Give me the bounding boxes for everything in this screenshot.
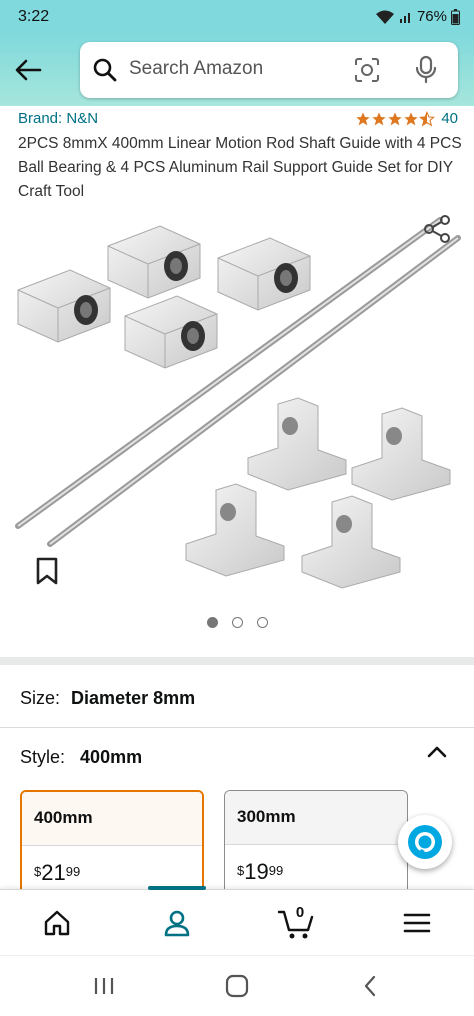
system-nav (0, 955, 474, 1016)
camera-scan-icon[interactable] (353, 56, 381, 84)
share-icon[interactable] (422, 214, 452, 244)
price-whole: 21 (41, 860, 66, 885)
wifi-icon (375, 10, 394, 24)
recent-apps-icon (94, 978, 114, 994)
arrow-left-icon (15, 59, 42, 81)
alexa-button[interactable] (398, 815, 452, 869)
home-system-icon (225, 974, 249, 998)
price-whole: 19 (244, 859, 269, 884)
microphone-icon[interactable] (415, 55, 437, 85)
home-system-button[interactable] (222, 974, 252, 998)
search-input[interactable]: Search Amazon (80, 42, 458, 98)
price-fraction: 99 (65, 864, 81, 879)
star-icon (356, 111, 370, 125)
style-selector[interactable]: Style: 400mm (20, 747, 142, 768)
rating[interactable]: 40 (355, 110, 458, 127)
product-title: 2PCS 8mmX 400mm Linear Motion Rod Shaft … (18, 135, 462, 200)
option-price: $ 21 99 (22, 846, 202, 886)
back-system-button[interactable] (355, 974, 385, 998)
rating-count: 40 (441, 110, 458, 127)
active-tab-indicator (148, 886, 206, 890)
brand-link[interactable]: Brand: N&N (18, 110, 98, 127)
status-bar: 3:22 76% (0, 0, 474, 34)
carousel-dot[interactable] (256, 617, 268, 628)
battery-icon (451, 8, 460, 25)
star-rating (355, 110, 436, 127)
style-option-300mm[interactable]: 300mm $ 19 99 (224, 790, 408, 900)
bearing-block (217, 237, 311, 311)
shaft-support (247, 397, 347, 491)
option-name: 400mm (22, 792, 202, 845)
menu-icon (403, 913, 431, 933)
cart-count: 0 (295, 904, 305, 921)
half-star-icon (419, 110, 436, 126)
recent-apps-button[interactable] (89, 974, 119, 998)
style-value: 400mm (80, 747, 143, 767)
carousel-dot[interactable] (206, 617, 218, 628)
image-carousel-dots (0, 617, 474, 628)
status-icons: 76% (375, 8, 460, 25)
shaft-support (185, 483, 285, 577)
divider (0, 727, 474, 728)
shaft-support (351, 407, 451, 501)
chevron-up-icon[interactable] (426, 744, 448, 760)
style-option-400mm[interactable]: 400mm $ 21 99 (20, 790, 204, 900)
shaft-support (301, 495, 401, 589)
nav-home[interactable] (37, 906, 77, 940)
product-image[interactable] (0, 208, 474, 608)
bearing-block (107, 225, 201, 299)
home-icon (44, 910, 70, 936)
carousel-dot[interactable] (231, 617, 243, 628)
star-icon (404, 111, 418, 125)
option-price: $ 19 99 (225, 845, 407, 885)
alexa-icon (408, 825, 442, 859)
size-selector[interactable]: Size: Diameter 8mm (20, 688, 195, 709)
price-fraction: 99 (268, 863, 284, 878)
back-button[interactable] (10, 52, 46, 88)
status-time: 3:22 (18, 8, 50, 25)
price-currency: $ (34, 864, 42, 879)
style-label: Style: (20, 747, 66, 767)
person-icon (164, 910, 190, 937)
signal-icon (399, 12, 410, 23)
nav-menu[interactable] (397, 906, 437, 940)
bookmark-icon[interactable] (34, 556, 60, 586)
size-value: Diameter 8mm (71, 688, 196, 708)
option-name: 300mm (225, 791, 407, 844)
section-divider (0, 657, 474, 665)
battery-percent: 76% (416, 8, 447, 25)
star-icon (388, 111, 402, 125)
bearing-block (124, 295, 218, 369)
bottom-nav (0, 886, 474, 955)
size-label: Size: (20, 688, 61, 708)
star-icon (372, 111, 386, 125)
nav-account[interactable] (157, 906, 197, 940)
brand-rating-row: Brand: N&N 40 (18, 108, 458, 130)
bearing-block (17, 269, 111, 343)
search-icon (93, 58, 117, 82)
price-currency: $ (237, 863, 245, 878)
back-chevron-icon (364, 975, 376, 997)
header: Search Amazon (0, 34, 474, 106)
search-placeholder: Search Amazon (129, 58, 264, 79)
